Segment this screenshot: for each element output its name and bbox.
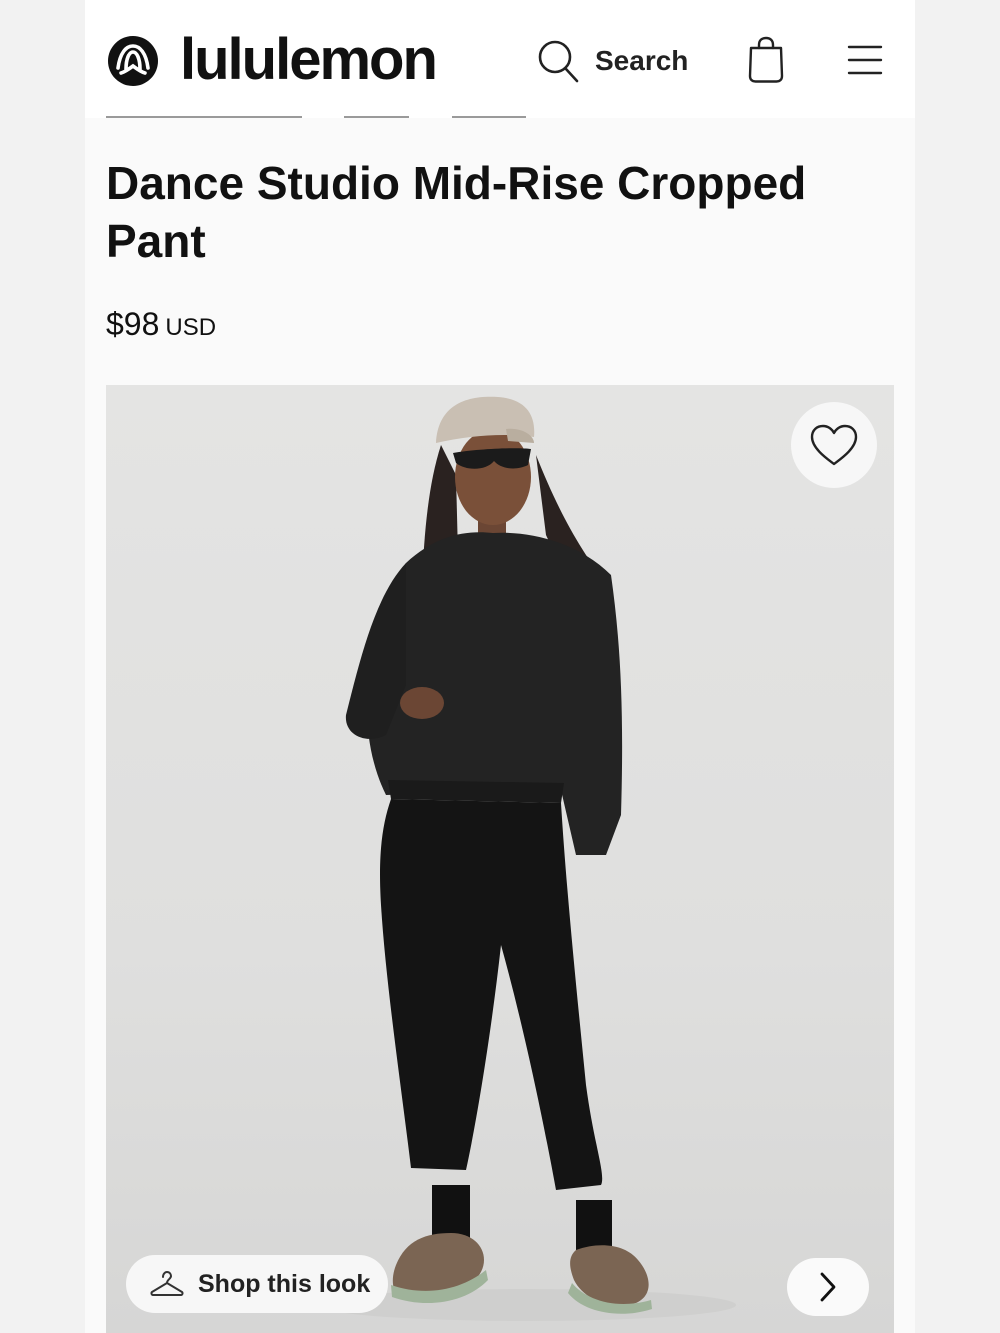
menu-button[interactable]: [847, 44, 883, 81]
shop-this-look-label: Shop this look: [198, 1269, 371, 1298]
add-to-wishlist-button[interactable]: [791, 402, 877, 488]
shopping-bag-button[interactable]: [747, 36, 785, 89]
search-button[interactable]: Search: [537, 38, 688, 84]
product-page: lululemon Search Dance Studio Mid-Rise C…: [85, 0, 915, 1333]
price-amount: $98: [106, 306, 160, 342]
product-price: $98 USD: [106, 306, 216, 343]
shopping-bag-icon: [748, 36, 784, 83]
top-navigation-bar: lululemon Search: [85, 0, 915, 118]
search-icon: [538, 40, 579, 83]
breadcrumb-link-underline[interactable]: [106, 116, 302, 118]
lululemon-logo-icon[interactable]: [107, 35, 159, 87]
search-label: Search: [595, 45, 689, 76]
shop-this-look-button[interactable]: Shop this look: [126, 1255, 388, 1313]
hamburger-menu-icon: [847, 45, 883, 75]
hanger-icon: [150, 1271, 184, 1296]
heart-icon: [810, 424, 858, 466]
breadcrumb: [85, 116, 915, 120]
breadcrumb-link-underline[interactable]: [344, 116, 409, 118]
product-image-carousel[interactable]: Shop this look: [106, 385, 894, 1333]
breadcrumb-link-underline[interactable]: [452, 116, 526, 118]
product-photo: [316, 396, 736, 1321]
product-title: Dance Studio Mid-Rise Cropped Pant: [106, 157, 807, 267]
next-image-button[interactable]: [787, 1258, 869, 1316]
chevron-right-icon: [820, 1272, 836, 1302]
price-currency: USD: [165, 314, 217, 341]
brand-wordmark[interactable]: lululemon: [180, 24, 438, 96]
